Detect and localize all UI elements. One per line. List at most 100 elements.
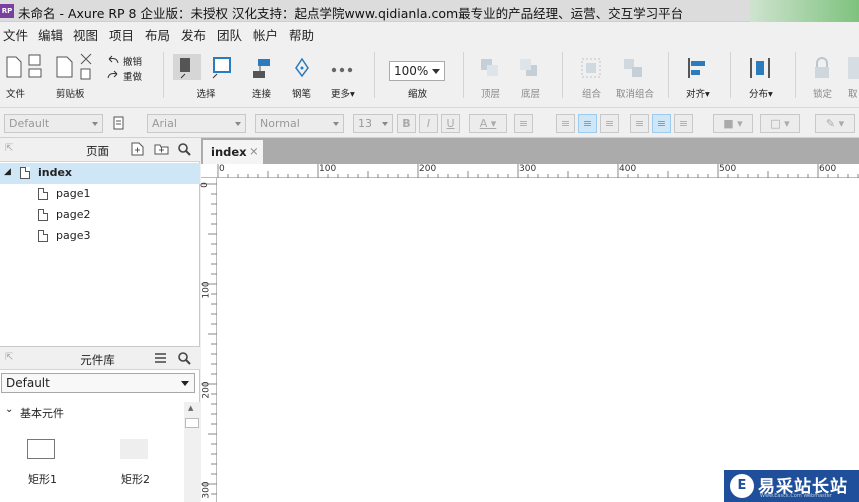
bold-button[interactable]: B <box>397 114 416 133</box>
tree-item-page1[interactable]: page1 <box>0 184 200 205</box>
connector-icon[interactable] <box>252 58 272 80</box>
tree-item-page3[interactable]: page3 <box>0 226 200 247</box>
line-color-icon[interactable]: ✎ ▾ <box>815 114 855 133</box>
new-file-icon[interactable] <box>6 56 22 78</box>
select-label: 选择 <box>196 89 216 100</box>
underline-button[interactable]: U <box>441 114 460 133</box>
add-page-icon[interactable] <box>131 142 144 156</box>
zoom-select[interactable]: 100% <box>389 61 445 81</box>
menu-edit[interactable]: 编辑 <box>38 25 63 44</box>
search-icon[interactable] <box>178 352 191 365</box>
format-painter-icon[interactable] <box>112 116 128 131</box>
widgets-scrollbar[interactable]: ▲ <box>184 402 200 502</box>
undo-button[interactable]: 撤销 <box>123 54 142 68</box>
scrollbar-thumb[interactable] <box>185 418 199 428</box>
page-icon <box>20 167 30 179</box>
page-icon <box>38 209 48 221</box>
more-icon[interactable] <box>331 62 353 73</box>
tree-item-label: page1 <box>56 187 91 200</box>
tree-item-index[interactable]: ◢ index <box>0 163 200 184</box>
ruler-label: 300 <box>519 164 537 174</box>
menu-publish[interactable]: 发布 <box>181 25 206 44</box>
menu-view[interactable]: 视图 <box>73 25 98 44</box>
pen-icon[interactable] <box>294 57 310 78</box>
ruler-label: 600 <box>819 164 837 174</box>
menu-file[interactable]: 文件 <box>3 25 28 44</box>
font-select[interactable]: Arial <box>147 114 246 133</box>
distribute-button[interactable]: 分布▾ <box>749 86 773 100</box>
app-logo-icon: RP <box>0 4 14 18</box>
align-center-icon[interactable]: ≡ <box>578 114 597 133</box>
redo-button[interactable]: 重做 <box>123 69 142 83</box>
undo-icon[interactable] <box>107 54 119 64</box>
menu-team[interactable]: 团队 <box>217 25 242 44</box>
pen-label: 钢笔 <box>292 89 312 100</box>
align-icon[interactable] <box>687 57 709 79</box>
align-middle-icon[interactable]: ≡ <box>652 114 671 133</box>
chevron-down-icon <box>333 122 339 126</box>
widgets-panel: ⇱ 元件库 Default ⌄ 基本元件 ▲ 矩形1 矩形2 <box>0 346 200 502</box>
align-top-icon[interactable]: ≡ <box>630 114 649 133</box>
italic-button[interactable]: I <box>419 114 438 133</box>
page-tab-strip: index × <box>201 138 859 164</box>
menu-help[interactable]: 帮助 <box>289 25 314 44</box>
distribute-icon[interactable] <box>749 57 771 79</box>
page-icon <box>38 230 48 242</box>
font-size-select[interactable]: 13 <box>353 114 393 133</box>
tab-label: index <box>211 145 247 159</box>
fill-color-icon[interactable]: ■ ▾ <box>713 114 753 133</box>
select-intersect-icon[interactable] <box>173 54 201 80</box>
scroll-up-icon[interactable]: ▲ <box>188 404 193 412</box>
group-icon[interactable] <box>580 57 602 79</box>
vertical-ruler: 0 100 200 300 <box>200 178 217 502</box>
widget-label: 矩形2 <box>121 473 150 486</box>
add-folder-icon[interactable] <box>154 143 169 155</box>
text-color-icon: A <box>479 117 488 130</box>
style-select[interactable]: Default <box>4 114 103 133</box>
send-to-back-icon[interactable] <box>519 58 539 78</box>
menu-icon[interactable] <box>154 352 167 364</box>
bullet-list-icon[interactable]: ≡ <box>514 114 533 133</box>
ungroup-icon[interactable] <box>622 57 644 79</box>
unlock-icon[interactable] <box>848 57 859 79</box>
redo-icon[interactable] <box>107 69 119 79</box>
shadow-icon[interactable]: □ ▾ <box>760 114 800 133</box>
align-left-icon[interactable]: ≡ <box>556 114 575 133</box>
tree-item-page2[interactable]: page2 <box>0 205 200 226</box>
rectangle-widget-2[interactable] <box>120 439 148 459</box>
send-to-back-label: 底层 <box>521 89 541 100</box>
rectangle-widget-1[interactable] <box>27 439 55 459</box>
site-watermark: E 易采站长站 Www.Easck.Com Webmaster <box>724 470 859 502</box>
expand-triangle-icon[interactable]: ◢ <box>4 167 11 177</box>
paste-icon[interactable] <box>56 56 74 78</box>
title-bar-background <box>750 0 859 22</box>
tab-index[interactable]: index × <box>203 140 263 164</box>
menu-project[interactable]: 项目 <box>109 25 134 44</box>
category-label: 基本元件 <box>20 407 64 420</box>
save-open-icon[interactable] <box>28 54 42 80</box>
bring-to-front-icon[interactable] <box>480 58 500 78</box>
align-button[interactable]: 对齐▾ <box>686 86 710 100</box>
align-bottom-icon[interactable]: ≡ <box>674 114 693 133</box>
library-select[interactable]: Default <box>1 373 195 393</box>
ruler-ticks <box>201 183 217 495</box>
select-contained-icon[interactable] <box>207 54 235 80</box>
font-weight-select[interactable]: Normal <box>255 114 344 133</box>
menu-layout[interactable]: 布局 <box>145 25 170 44</box>
chevron-down-icon <box>382 122 388 126</box>
zoom-label: 缩放 <box>408 89 428 100</box>
lock-icon[interactable] <box>813 57 831 79</box>
design-canvas[interactable] <box>217 178 859 502</box>
text-color-button[interactable]: A ▾ <box>469 114 507 133</box>
menu-account[interactable]: 帐户 <box>253 25 278 44</box>
widget-label: 矩形1 <box>28 473 57 486</box>
cut-copy-icon[interactable] <box>79 53 93 81</box>
category-header[interactable]: ⌄ 基本元件 <box>0 402 182 422</box>
ungroup-label: 取消组合 <box>616 89 655 100</box>
connect-label: 连接 <box>252 89 272 100</box>
more-button[interactable]: 更多▾ <box>331 86 355 100</box>
tree-item-label: index <box>38 166 73 179</box>
align-right-icon[interactable]: ≡ <box>600 114 619 133</box>
search-icon[interactable] <box>178 143 191 156</box>
close-icon[interactable]: × <box>249 144 259 158</box>
